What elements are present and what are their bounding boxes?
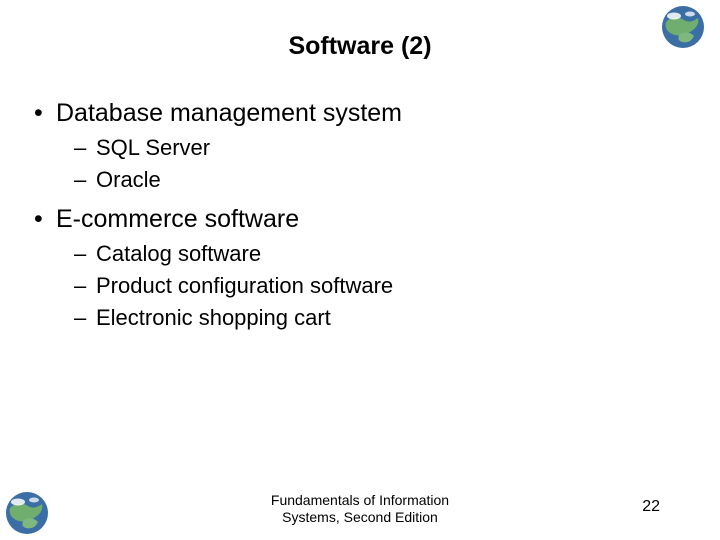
bullet-text: Catalog software — [96, 241, 261, 266]
footer-line2: Systems, Second Edition — [282, 509, 438, 525]
bullet-text: E-commerce software — [56, 205, 299, 233]
bullet-level2: SQL Server — [30, 133, 690, 163]
bullet-text: Electronic shopping cart — [96, 305, 331, 330]
bullet-level1: E-commerce software — [30, 202, 690, 237]
slide-title: Software (2) — [0, 32, 720, 61]
bullet-text: SQL Server — [96, 135, 210, 160]
bullet-level1: Database management system — [30, 96, 690, 131]
bullet-level2: Electronic shopping cart — [30, 303, 690, 333]
slide: Software (2) Database management system … — [0, 0, 720, 540]
footer-line1: Fundamentals of Information — [271, 492, 449, 508]
footer-text: Fundamentals of Information Systems, Sec… — [0, 492, 720, 526]
bullet-level2: Catalog software — [30, 239, 690, 269]
bullet-text: Product configuration software — [96, 273, 393, 298]
bullet-level2: Product configuration software — [30, 271, 690, 301]
bullet-level2: Oracle — [30, 165, 690, 195]
slide-content: Database management system SQL Server Or… — [30, 96, 690, 334]
bullet-text: Database management system — [56, 99, 402, 127]
page-number: 22 — [642, 498, 660, 516]
bullet-text: Oracle — [96, 167, 161, 192]
